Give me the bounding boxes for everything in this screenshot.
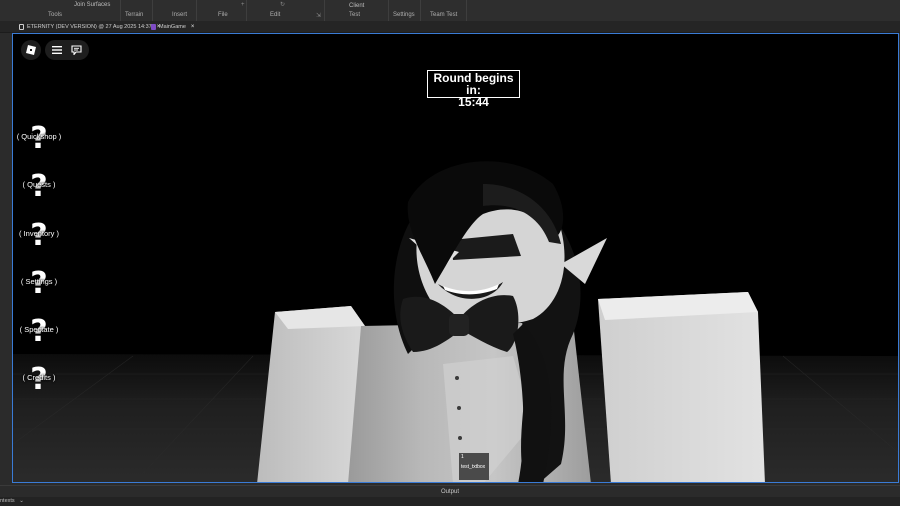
side-menu-label: ( Quests ) [22, 180, 56, 189]
output-panel-label: Output [440, 489, 459, 495]
chat-icon[interactable] [71, 45, 82, 55]
tab-script[interactable]: MainGame × [147, 21, 198, 32]
tab-close-icon[interactable]: × [191, 24, 195, 30]
group-expand-icon[interactable]: ⇲ [316, 12, 321, 19]
side-menu-spectate[interactable]: ? ( Spectate ) [13, 317, 65, 351]
side-menu-quickshop[interactable]: ? ( Quickshop ) [13, 124, 65, 158]
ribbon-group-file: File [196, 0, 247, 21]
game-viewport[interactable]: Round begins in: 15:44 ? ( Quickshop ) ?… [12, 33, 899, 483]
roblox-menu-button[interactable] [21, 40, 41, 60]
ribbon-group-edit: + ↻ Edit ⇲ [241, 0, 325, 21]
round-timer-label: Round begins in: [433, 71, 514, 97]
left-dock-strip [0, 33, 12, 485]
side-menu-settings[interactable]: ? ( Settings ) [13, 269, 65, 303]
group-label-terrain[interactable]: Terrain [125, 12, 143, 18]
side-menu-inventory[interactable]: ? ( Inventory ) [13, 221, 65, 255]
ribbon-group-tools: Join Surfaces Tools [0, 0, 121, 21]
side-menu-label: ( Quickshop ) [16, 132, 62, 141]
studio-ribbon: Join Surfaces Tools Terrain Insert File … [0, 0, 900, 21]
side-menu-label: ( Settings ) [20, 277, 58, 286]
bottom-panel-strip: ntexts ⌄ [0, 497, 900, 506]
test-textbox[interactable]: 1 test_txtbox [459, 453, 489, 480]
join-surfaces-button[interactable]: Join Surfaces [74, 2, 110, 8]
group-label-test[interactable]: Test [349, 12, 360, 18]
core-controls-pill [45, 40, 89, 60]
ribbon-redo-icon[interactable]: ↻ [280, 1, 285, 8]
round-timer: Round begins in: 15:44 [427, 70, 520, 108]
ribbon-group-test: Client Test [324, 0, 389, 21]
group-label-settings[interactable]: Settings [393, 12, 415, 18]
test-textbox-number: 1 [461, 454, 464, 460]
document-tab-bar: ETERNITY (DEV VERSION) @ 27 Aug 2025 14:… [0, 21, 900, 33]
side-menu-quests[interactable]: ? ( Quests ) [13, 172, 65, 206]
side-menu-label: ( Spectate ) [19, 325, 59, 334]
client-button[interactable]: Client [349, 3, 364, 9]
chevron-down-icon[interactable]: ⌄ [19, 498, 24, 504]
ribbon-group-team-test: Team Test [420, 0, 467, 21]
ribbon-plus-icon[interactable]: + [241, 2, 245, 8]
ribbon-group-settings: Settings [388, 0, 421, 21]
ribbon-group-terrain: Terrain [120, 0, 153, 21]
group-label-file[interactable]: File [218, 12, 228, 18]
avatar-left-arm [257, 306, 365, 482]
group-label-tools: Tools [48, 12, 63, 18]
group-label-edit[interactable]: Edit [270, 12, 280, 18]
side-menu-label: ( Inventory ) [18, 229, 59, 238]
hamburger-menu-icon[interactable] [52, 46, 62, 54]
script-icon [151, 23, 156, 30]
place-file-icon [19, 23, 24, 30]
test-textbox-name: test_txtbox [461, 464, 486, 470]
roblox-logo-icon [26, 45, 36, 55]
tab-place-label: ETERNITY (DEV VERSION) @ 27 Aug 2025 14:… [27, 23, 152, 30]
side-menu-credits[interactable]: ? ( Credits ) [13, 365, 65, 399]
round-timer-value: 15:44 [458, 95, 489, 109]
ribbon-group-insert: Insert [152, 0, 197, 21]
avatar-right-arm [598, 292, 765, 482]
bottom-left-label[interactable]: ntexts [0, 498, 15, 504]
group-label-insert[interactable]: Insert [172, 12, 187, 18]
group-label-team-test[interactable]: Team Test [430, 12, 457, 18]
tab-place[interactable]: ETERNITY (DEV VERSION) @ 27 Aug 2025 14:… [15, 21, 164, 32]
tab-script-label: MainGame [159, 23, 186, 30]
side-menu-label: ( Credits ) [22, 373, 56, 382]
